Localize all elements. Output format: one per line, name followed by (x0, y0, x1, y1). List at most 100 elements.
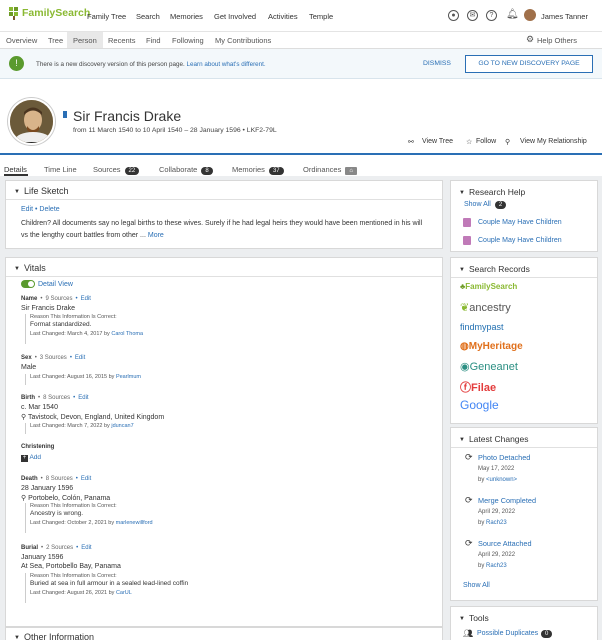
sex-indicator (63, 111, 67, 118)
toggle-switch[interactable] (21, 280, 35, 288)
possible-duplicates-link[interactable]: Possible Duplicates (477, 630, 538, 637)
tab-ordinances[interactable]: Ordinances ⌂ (303, 165, 357, 175)
person-portrait[interactable] (8, 98, 55, 145)
subnav-tree[interactable]: Tree (48, 36, 63, 45)
subnav-following[interactable]: Following (172, 36, 204, 45)
research-hint-1[interactable]: Couple May Have Children (478, 219, 562, 226)
death-date: 28 January 1596 (21, 485, 74, 492)
burial-heading: Burial • 2 Sources • Edit (21, 545, 92, 551)
research-hint-2[interactable]: Couple May Have Children (478, 237, 562, 244)
view-relationship-link[interactable]: View My Relationship (520, 138, 587, 145)
notification-bell-icon[interactable]: 🔔︎ (506, 10, 519, 21)
death-changed-by[interactable]: marlenewillford (116, 520, 153, 526)
name-edit-link[interactable]: Edit (81, 296, 91, 302)
life-sketch-title: Life Sketch (23, 186, 69, 196)
birth-sources[interactable]: 8 Sources (43, 395, 70, 401)
name-changed-by[interactable]: Carol Thoma (111, 331, 143, 337)
search-google[interactable]: Google (460, 398, 499, 412)
burial-reason-label: Reason This Information Is Correct: (30, 573, 117, 579)
sex-edit-link[interactable]: Edit (75, 355, 85, 361)
burial-sources[interactable]: 2 Sources (46, 545, 73, 551)
view-tree-link[interactable]: View Tree (422, 138, 453, 145)
subnav-person[interactable]: Person (73, 36, 97, 45)
name-sources[interactable]: 9 Sources (45, 296, 72, 302)
sex-sources[interactable]: 3 Sources (40, 355, 67, 361)
burial-edit-link[interactable]: Edit (81, 545, 91, 551)
follow-star-icon[interactable]: ☆ (466, 138, 472, 146)
research-help-show-all[interactable]: Show All 2 (464, 201, 507, 209)
tab-time-line-label: Time Line (44, 165, 77, 174)
nav-memories[interactable]: Memories (170, 12, 203, 21)
person-tabs: Details Time Line Sources 22 Collaborate 8… (0, 156, 602, 178)
nav-activities[interactable]: Activities (268, 12, 298, 21)
help-icon[interactable]: ? (486, 10, 497, 21)
burial-changed-by[interactable]: CarUL (116, 590, 132, 596)
search-geneanet[interactable]: ◉Geneanet (460, 360, 518, 373)
life-sketch-edit-link[interactable]: Edit (21, 206, 33, 213)
change-by-1[interactable]: <unknown> (486, 477, 517, 483)
help-others-icon[interactable]: ⚙ (526, 34, 534, 45)
burial-place: At Sea, Portobello Bay, Panama (21, 563, 121, 570)
subnav-find[interactable]: Find (146, 36, 161, 45)
birth-edit-link[interactable]: Edit (78, 395, 88, 401)
change-title-3[interactable]: Source Attached (478, 539, 532, 548)
nav-temple[interactable]: Temple (309, 12, 333, 21)
familysearch-label: FamilySearch (465, 282, 518, 291)
go-to-discovery-button[interactable]: GO TO NEW DISCOVERY PAGE (465, 55, 593, 73)
nav-search[interactable]: Search (136, 12, 160, 21)
detail-view-toggle[interactable]: Detail View (21, 280, 73, 288)
search-filae[interactable]: ⓕFilae (460, 379, 496, 395)
tab-details[interactable]: Details (4, 165, 27, 174)
death-edit-link[interactable]: Edit (81, 476, 91, 482)
user-avatar[interactable] (524, 9, 536, 21)
death-place: Portobelo, Colón, Panama (28, 495, 111, 502)
burial-reason: Buried at sea in full armour in a sealed… (30, 580, 189, 587)
research-help-count-badge: 2 (494, 201, 507, 209)
search-findmypast[interactable]: findmypast (460, 322, 504, 332)
change-refresh-icon: ⟳ (465, 452, 473, 462)
other-information-header[interactable]: ▼ Other Information (14, 632, 94, 640)
view-tree-icon[interactable]: ⚯ (408, 138, 414, 146)
search-familysearch[interactable]: ♣FamilySearch (460, 282, 517, 291)
change-by-2[interactable]: Rach23 (486, 520, 507, 526)
latest-changes-show-all[interactable]: Show All (463, 582, 490, 589)
tab-sources[interactable]: Sources 22 (93, 165, 140, 175)
subnav-my-contributions[interactable]: My Contributions (215, 36, 271, 45)
search-myheritage[interactable]: ◍MyHeritage (460, 341, 523, 352)
follow-link[interactable]: Follow (476, 138, 496, 145)
change-title-1[interactable]: Photo Detached (478, 453, 530, 462)
subnav-help-others[interactable]: Help Others (537, 36, 577, 45)
search-records-header[interactable]: ▼ Search Records (459, 264, 530, 274)
life-sketch-delete-link[interactable]: Delete (39, 206, 59, 213)
christening-add-button[interactable]: + Add (21, 454, 41, 462)
nav-family-tree[interactable]: Family Tree (87, 12, 126, 21)
sex-heading: Sex • 3 Sources • Edit (21, 355, 86, 361)
sex-changed-by[interactable]: Pearlmum (116, 374, 141, 380)
nav-get-involved[interactable]: Get Involved (214, 12, 256, 21)
messages-icon[interactable]: ✉ (467, 10, 478, 21)
tab-collaborate[interactable]: Collaborate 8 (159, 165, 213, 175)
banner-learn-link[interactable]: Learn about what's different. (187, 61, 266, 68)
life-sketch-header[interactable]: ▼ Life Sketch (14, 186, 68, 196)
tools-title: Tools (468, 613, 489, 623)
dismiss-button[interactable]: DISMISS (423, 60, 451, 67)
change-by-3[interactable]: Rach23 (486, 563, 507, 569)
familysearch-logo[interactable]: FamilySearch (8, 6, 90, 20)
relationship-icon[interactable]: ⚲ (505, 138, 510, 146)
banner-message: There is a new discovery version of this… (36, 61, 185, 68)
user-name[interactable]: James Tanner (541, 12, 588, 21)
birth-changed-by[interactable]: jduncan7 (111, 423, 133, 429)
tools-header[interactable]: ▼ Tools (459, 613, 489, 623)
vitals-header[interactable]: ▼ Vitals (14, 263, 46, 273)
life-sketch-more-link[interactable]: More (148, 232, 164, 239)
subnav-recents[interactable]: Recents (108, 36, 136, 45)
tab-memories[interactable]: Memories 37 (232, 165, 284, 175)
search-ancestry[interactable]: ❦ancestry (460, 301, 511, 314)
latest-changes-header[interactable]: ▼ Latest Changes (459, 434, 529, 444)
tab-time-line[interactable]: Time Line (44, 165, 77, 174)
subnav-overview[interactable]: Overview (6, 36, 37, 45)
research-help-header[interactable]: ▼ Research Help (459, 187, 525, 197)
globe-icon[interactable]: ● (448, 10, 459, 21)
change-title-2[interactable]: Merge Completed (478, 496, 536, 505)
death-sources[interactable]: 8 Sources (46, 476, 73, 482)
